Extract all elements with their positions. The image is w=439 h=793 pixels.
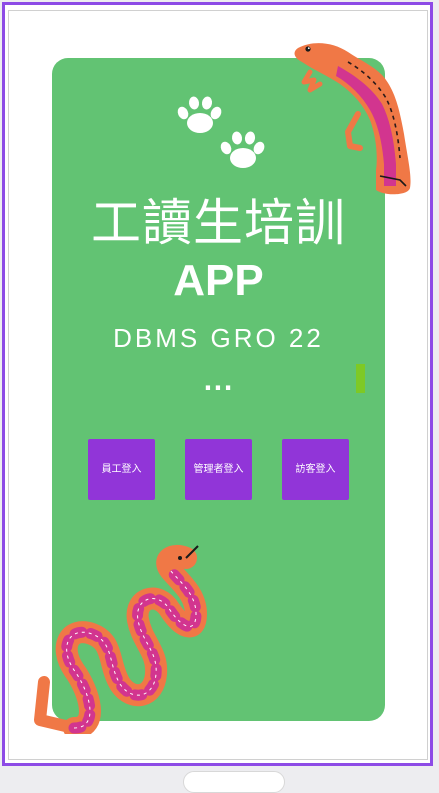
guest-login-button[interactable]: 訪客登入	[282, 439, 349, 500]
paw-prints-icon	[177, 96, 265, 168]
paw-print-icon	[177, 96, 222, 133]
app-title-line2: APP	[173, 256, 264, 305]
bottom-pill	[183, 771, 285, 793]
app-title: 工讀生培訓 APP	[52, 190, 385, 306]
side-marker	[356, 364, 365, 393]
lizard-illustration	[294, 43, 411, 195]
admin-login-button[interactable]: 管理者登入	[185, 439, 252, 500]
paw-print-icon	[220, 131, 265, 168]
snake-illustration	[34, 544, 207, 734]
app-subtitle: DBMS GRO 22	[113, 323, 324, 353]
employee-login-button[interactable]: 員工登入	[88, 439, 155, 500]
ellipsis-text: ...	[203, 368, 234, 396]
